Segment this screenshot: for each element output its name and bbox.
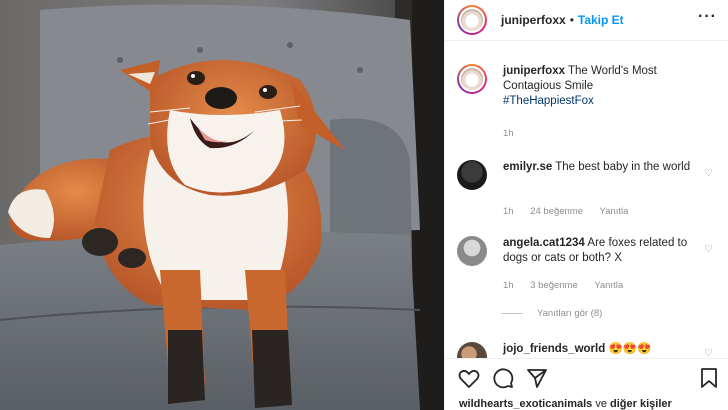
caption: juniperfoxx The World's Most Contagious …: [457, 64, 717, 139]
likes-connector: ve: [595, 398, 607, 410]
likes-summary: wildhearts_exoticanimals ve diğer kişile…: [459, 398, 672, 410]
comment-item: emilyr.se The best baby in the world ♡ 1…: [457, 160, 717, 220]
actions-divider: [445, 358, 728, 359]
comment-likes[interactable]: 24 beğenme: [530, 206, 583, 217]
comment-time: 1h: [503, 280, 514, 291]
comment-body: 😍😍😍: [608, 343, 652, 355]
author-username[interactable]: juniperfoxx: [501, 13, 566, 27]
caption-meta: 1h: [503, 128, 528, 139]
author-avatar[interactable]: [457, 5, 487, 35]
comment-time: 1h: [503, 206, 514, 217]
header-divider: [445, 40, 728, 41]
reply-button[interactable]: Yanıtla: [600, 206, 629, 217]
more-horizontal-icon[interactable]: ···: [698, 9, 717, 25]
bookmark-icon[interactable]: [697, 366, 721, 390]
heart-icon[interactable]: ♡: [704, 348, 713, 358]
comments-list[interactable]: juniperfoxx The World's Most Contagious …: [445, 50, 728, 358]
comment-body: The best baby in the world: [555, 161, 691, 173]
view-replies-label: Yanıtları gör (8): [537, 308, 603, 319]
commenter-avatar[interactable]: [457, 236, 487, 266]
caption-username[interactable]: juniperfoxx: [503, 65, 565, 77]
caption-text: juniperfoxx The World's Most Contagious …: [503, 64, 693, 109]
post-header: juniperfoxx • Takip Et ···: [445, 0, 728, 40]
header-separator: •: [569, 13, 574, 27]
heart-icon[interactable]: ♡: [704, 244, 713, 255]
comment-text: emilyr.se The best baby in the world: [503, 160, 693, 175]
reply-button[interactable]: Yanıtla: [594, 280, 623, 291]
caption-hashtag[interactable]: #TheHappiestFox: [503, 95, 594, 107]
comment-likes[interactable]: 3 beğenme: [530, 280, 578, 291]
heart-icon[interactable]: [457, 366, 481, 390]
comment-item: angela.cat1234 Are foxes related to dogs…: [457, 236, 717, 326]
commenter-avatar[interactable]: [457, 160, 487, 190]
comment-meta: 1h 24 beğenme Yanıtla: [503, 206, 642, 217]
share-icon[interactable]: [525, 366, 549, 390]
comment-username[interactable]: emilyr.se: [503, 161, 552, 173]
caption-avatar[interactable]: [457, 64, 487, 94]
comment-username[interactable]: angela.cat1234: [503, 237, 585, 249]
likes-names[interactable]: wildhearts_exoticanimals: [459, 398, 592, 410]
post-photo[interactable]: [0, 0, 444, 410]
heart-icon[interactable]: ♡: [704, 168, 713, 179]
likes-others[interactable]: diğer kişiler: [610, 398, 672, 410]
instagram-post: juniperfoxx • Takip Et ··· juniperfoxx T…: [0, 0, 728, 410]
comment-meta: 1h 3 beğenme Yanıtla: [503, 280, 637, 291]
commenter-avatar[interactable]: [457, 342, 487, 358]
fox-on-sofa-image: [0, 0, 444, 410]
comment-text: angela.cat1234 Are foxes related to dogs…: [503, 236, 693, 266]
follow-button[interactable]: Takip Et: [578, 13, 624, 27]
view-replies-button[interactable]: Yanıtları gör (8): [501, 308, 602, 319]
comment-item: jojo_friends_world 😍😍😍 ♡: [457, 342, 717, 358]
comment-icon[interactable]: [491, 366, 515, 390]
post-side-panel: juniperfoxx • Takip Et ··· juniperfoxx T…: [444, 0, 728, 410]
caption-time: 1h: [503, 128, 514, 139]
action-bar: [445, 366, 728, 394]
comment-username[interactable]: jojo_friends_world: [503, 343, 605, 355]
comment-text: jojo_friends_world 😍😍😍: [503, 342, 703, 357]
